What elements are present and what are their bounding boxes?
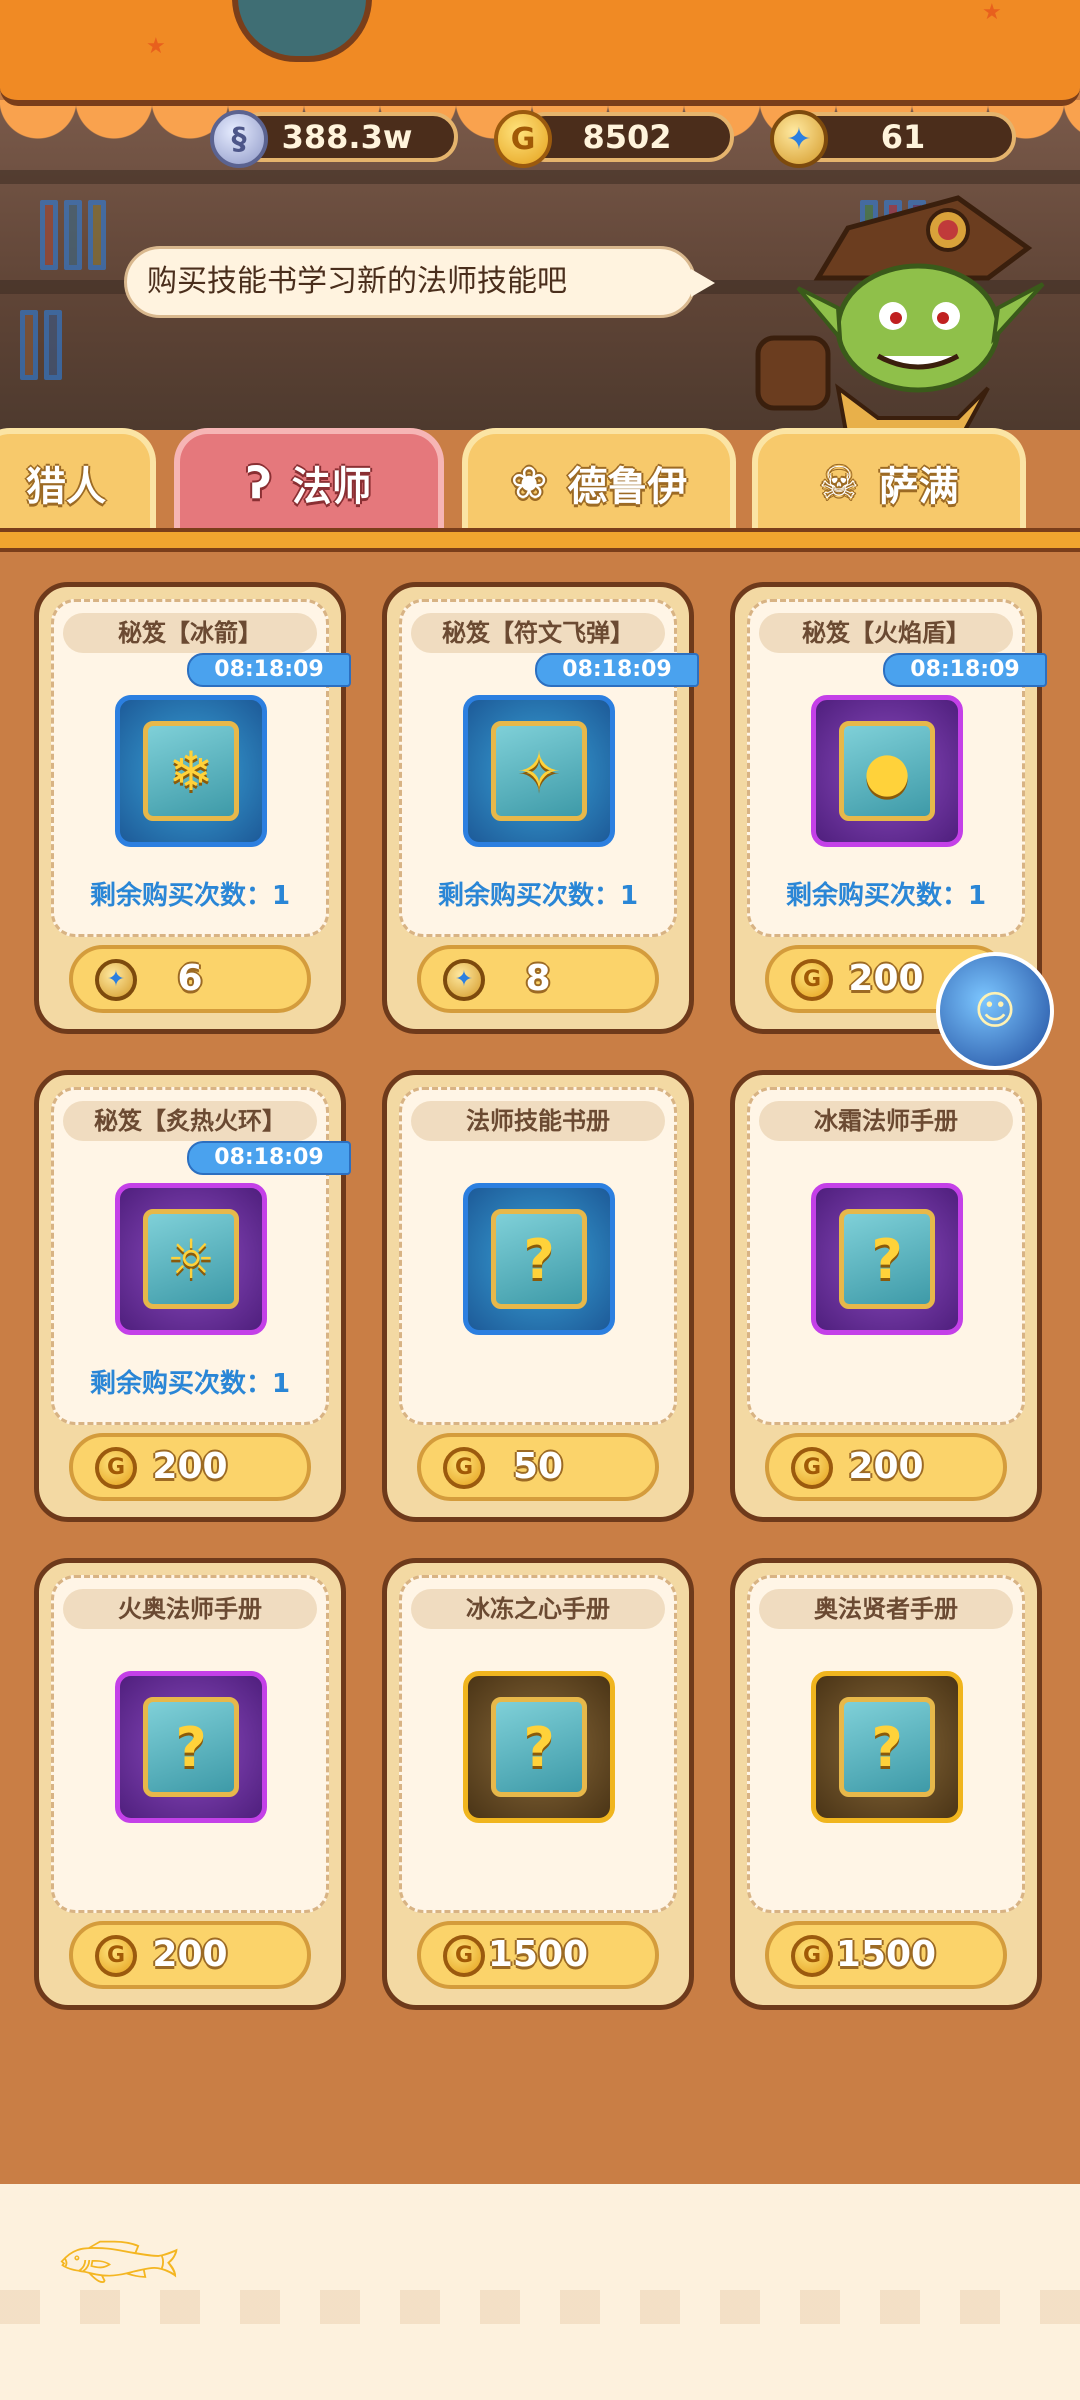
gold-coin-icon: G: [791, 959, 833, 1001]
item-title: 火奥法师手册: [63, 1589, 317, 1629]
star-icon: ★: [982, 0, 1002, 25]
mystery-book-icon: ?: [839, 1209, 935, 1309]
mystery-book-icon: ?: [839, 1697, 935, 1797]
item-title: 冰霜法师手册: [759, 1101, 1013, 1141]
remaining-purchases: 剩余购买次数：1: [89, 881, 291, 911]
skill-book-icon: ?: [463, 1183, 615, 1335]
timer-badge: 08:18:09: [187, 1141, 351, 1175]
shop-item-card[interactable]: 火奥法师手册 ? G 200: [34, 1558, 346, 2010]
gem-icon: ✦: [95, 959, 137, 1001]
mage-icon: ʔ: [246, 457, 272, 509]
item-title: 秘笈【冰箭】: [63, 613, 317, 653]
skill-book-icon: ❄: [115, 695, 267, 847]
gold-coin-counter: 8502: [520, 112, 734, 162]
item-title: 法师技能书册: [411, 1101, 665, 1141]
skill-book-icon: ?: [115, 1671, 267, 1823]
mystery-book-icon: ?: [491, 1697, 587, 1797]
top-banner: ★ ★: [0, 0, 1080, 106]
remaining-purchases: 剩余购买次数：1: [89, 1369, 291, 1399]
shop-item-card[interactable]: 冰冻之心手册 ? G 1500: [382, 1558, 694, 2010]
character-face-icon: ☺: [974, 988, 1016, 1034]
shop-emblem-icon: [232, 0, 372, 62]
gold-coin-icon: G: [443, 1935, 485, 1977]
skill-book-icon: ●: [811, 695, 963, 847]
gold-coin-icon: G: [443, 1447, 485, 1489]
gold-coin-icon: G: [791, 1447, 833, 1489]
skill-book-icon: ?: [463, 1671, 615, 1823]
fish-bone-button[interactable]: 𓆟: [44, 2198, 194, 2316]
remaining-purchases: 剩余购买次数：1: [785, 881, 987, 911]
mystery-book-icon: ?: [143, 1697, 239, 1797]
timer-badge: 08:18:09: [187, 653, 351, 687]
tab-mage[interactable]: ʔ 法师: [174, 428, 444, 532]
gold-coin-icon: G: [494, 110, 552, 168]
rune-missile-book-icon: ✧: [491, 721, 587, 821]
item-title: 冰冻之心手册: [411, 1589, 665, 1629]
timer-badge: 08:18:09: [535, 653, 699, 687]
tab-hunter[interactable]: 猎人: [0, 428, 156, 532]
buy-button[interactable]: ✦ 8: [417, 945, 659, 1013]
buy-button[interactable]: G 50: [417, 1433, 659, 1501]
skill-book-icon: ✧: [463, 695, 615, 847]
shop-item-card[interactable]: 秘笈【符文飞弹】 08:18:09 ✧ 剩余购买次数：1 ✦ 8: [382, 582, 699, 1034]
tab-shaman[interactable]: ☠ 萨满: [752, 428, 1026, 532]
blazing-ring-book-icon: ☼: [143, 1209, 239, 1309]
gold-coin-icon: G: [95, 1447, 137, 1489]
gold-coin-icon: G: [95, 1935, 137, 1977]
npc-speech-bubble: 购买技能书学习新的法师技能吧: [124, 246, 715, 318]
shop-item-card[interactable]: 秘笈【冰箭】 08:18:09 ❄ 剩余购买次数：1 ✦ 6: [34, 582, 351, 1034]
goblin-merchant-npc: [755, 195, 1045, 445]
item-title: 奥法贤者手册: [759, 1589, 1013, 1629]
skill-book-icon: ?: [811, 1671, 963, 1823]
fire-shield-book-icon: ●: [839, 721, 935, 821]
skill-book-icon: ?: [811, 1183, 963, 1335]
buy-button[interactable]: G 200: [765, 1433, 1007, 1501]
shop-item-card[interactable]: 奥法贤者手册 ? G 1500: [730, 1558, 1042, 2010]
buy-button[interactable]: G 1500: [417, 1921, 659, 1989]
shaman-icon: ☠: [819, 457, 859, 509]
gem-icon: ✦: [443, 959, 485, 1001]
mystery-book-icon: ?: [491, 1209, 587, 1309]
timer-badge: 08:18:09: [883, 653, 1047, 687]
buy-button[interactable]: ✦ 6: [69, 945, 311, 1013]
gem-icon: ✦: [770, 110, 828, 168]
skill-book-icon: ☼: [115, 1183, 267, 1335]
item-title: 秘笈【火焰盾】: [759, 613, 1013, 653]
item-title: 秘笈【炙热火环】: [63, 1101, 317, 1141]
buy-button[interactable]: G 200: [69, 1921, 311, 1989]
buy-button[interactable]: G 1500: [765, 1921, 1007, 1989]
gold-coin-icon: G: [791, 1935, 833, 1977]
star-icon: ★: [146, 34, 166, 59]
buy-button[interactable]: G 200: [69, 1433, 311, 1501]
fish-bone-icon: 𓆟: [55, 2209, 183, 2316]
remaining-purchases: 剩余购买次数：1: [437, 881, 639, 911]
silver-coin-icon: §: [210, 110, 268, 168]
ice-arrow-book-icon: ❄: [143, 721, 239, 821]
shop-item-card[interactable]: 冰霜法师手册 ? G 200: [730, 1070, 1042, 1522]
shop-item-card[interactable]: 法师技能书册 ? G 50: [382, 1070, 694, 1522]
paw-icon: ❀: [510, 457, 548, 509]
item-title: 秘笈【符文飞弹】: [411, 613, 665, 653]
floating-helper-avatar[interactable]: ☺: [936, 952, 1054, 1070]
shop-item-card[interactable]: 秘笈【炙热火环】 08:18:09 ☼ 剩余购买次数：1 G 200: [34, 1070, 351, 1522]
silver-coin-counter: 388.3w: [236, 112, 458, 162]
tab-rail-divider: [0, 528, 1080, 552]
tab-druid[interactable]: ❀ 德鲁伊: [462, 428, 736, 532]
